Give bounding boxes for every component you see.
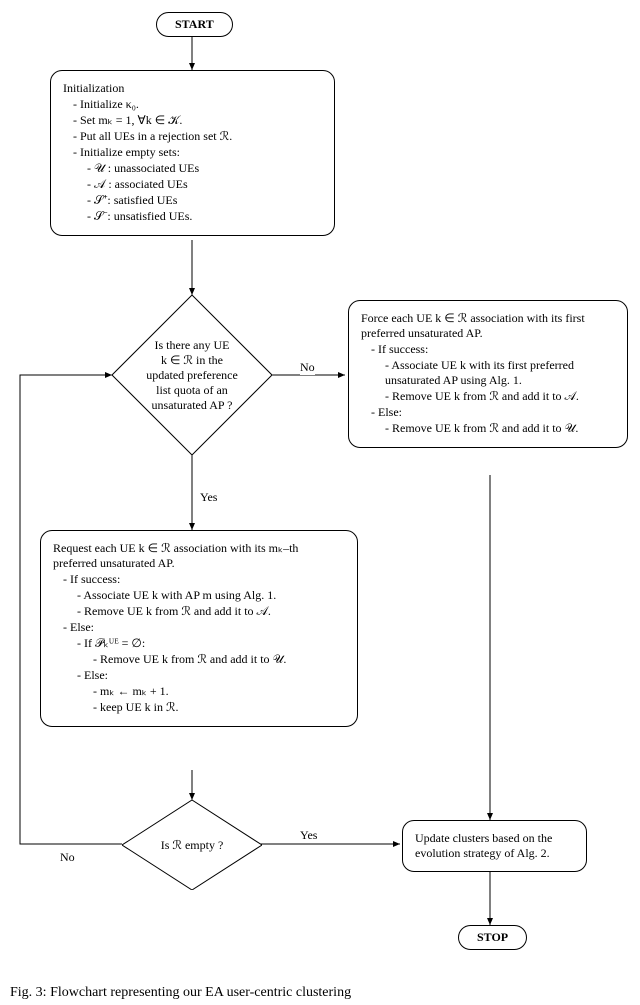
force-list: If success:: [361, 342, 615, 357]
request-pelse-hdr: Else:: [53, 668, 345, 683]
start-terminal: START: [156, 12, 233, 37]
init-s2: 𝒜 : associated UEs: [87, 177, 322, 192]
request-pempty-list: Remove UE k from ℛ and add it to 𝒰.: [53, 652, 345, 667]
init-l3: Put all UEs in a rejection set ℛ.: [73, 129, 322, 144]
force-box: Force each UE k ∈ ℛ association with its…: [348, 300, 628, 448]
init-sets: 𝒰 : unassociated UEs 𝒜 : associated UEs …: [63, 161, 322, 224]
dec1-yes-label: Yes: [200, 490, 217, 505]
dec2-text: Is ℛ empty ?: [122, 800, 262, 890]
request-ifs1: Associate UE k with AP m using Alg. 1.: [77, 588, 345, 603]
force-ifs1: Associate UE k with its first preferred …: [385, 358, 615, 388]
dec1-l4: list quota of an: [146, 383, 238, 398]
force-ifs: If success:: [371, 342, 615, 357]
dec1-l3: updated preference: [146, 368, 238, 383]
force-title: Force each UE k ∈ ℛ association with its…: [361, 311, 615, 341]
dec2-no-label: No: [60, 850, 75, 865]
force-ifs2: Remove UE k from ℛ and add it to 𝒜.: [385, 389, 615, 404]
force-els1: Remove UE k from ℛ and add it to 𝒰.: [385, 421, 615, 436]
request-else-hdr: Else:: [53, 620, 345, 635]
dec1-l1: Is there any UE: [146, 338, 238, 353]
init-l1: Initialize κ₀.: [73, 97, 322, 112]
init-title: Initialization: [63, 81, 322, 96]
request-pempty-hdr: If 𝒫ₖᵁᴱ = ∅:: [53, 636, 345, 651]
init-list: Initialize κ₀. Set mₖ = 1, ∀k ∈ 𝒦. Put a…: [63, 97, 322, 160]
request-pelse-list: mₖ ← mₖ + 1. keep UE k in ℛ.: [53, 684, 345, 715]
init-s4: 𝒮⁻: unsatisfied UEs.: [87, 209, 322, 224]
request-pelse: Else:: [77, 668, 345, 683]
force-else-hdr: Else:: [361, 405, 615, 420]
dec2-yes-label: Yes: [300, 828, 317, 843]
start-label: START: [175, 17, 214, 31]
init-l4: Initialize empty sets:: [73, 145, 322, 160]
request-pempty1: Remove UE k from ℛ and add it to 𝒰.: [93, 652, 345, 667]
decision-r-empty: Is ℛ empty ?: [122, 800, 262, 890]
init-l2: Set mₖ = 1, ∀k ∈ 𝒦.: [73, 113, 322, 128]
update-text: Update clusters based on the evolution s…: [415, 831, 574, 861]
init-s1: 𝒰 : unassociated UEs: [87, 161, 322, 176]
request-ifs2: Remove UE k from ℛ and add it to 𝒜.: [77, 604, 345, 619]
init-box: Initialization Initialize κ₀. Set mₖ = 1…: [50, 70, 335, 236]
request-ifs-list: Associate UE k with AP m using Alg. 1. R…: [53, 588, 345, 619]
request-ifs-hdr: If success:: [53, 572, 345, 587]
decision-ue-in-preference: Is there any UE k ∈ ℛ in the updated pre…: [112, 295, 272, 455]
force-else-list: Remove UE k from ℛ and add it to 𝒰.: [361, 421, 615, 436]
request-pelse1: mₖ ← mₖ + 1.: [93, 684, 345, 699]
force-ifs-list: Associate UE k with its first preferred …: [361, 358, 615, 404]
init-s3: 𝒮⁺: satisfied UEs: [87, 193, 322, 208]
stop-label: STOP: [477, 930, 508, 944]
force-els: Else:: [371, 405, 615, 420]
request-pelse2: keep UE k in ℛ.: [93, 700, 345, 715]
stop-terminal: STOP: [458, 925, 527, 950]
request-box: Request each UE k ∈ ℛ association with i…: [40, 530, 358, 727]
dec1-no-label: No: [300, 360, 315, 375]
dec1-l5: unsaturated AP ?: [146, 398, 238, 413]
request-pempty: If 𝒫ₖᵁᴱ = ∅:: [77, 636, 345, 651]
dec1-l2: k ∈ ℛ in the: [146, 353, 238, 368]
request-ifs: If success:: [63, 572, 345, 587]
update-box: Update clusters based on the evolution s…: [402, 820, 587, 872]
dec1-text: Is there any UE k ∈ ℛ in the updated pre…: [112, 295, 272, 455]
request-els: Else:: [63, 620, 345, 635]
figure-caption: Fig. 3: Flowchart representing our EA us…: [10, 985, 351, 1001]
request-title: Request each UE k ∈ ℛ association with i…: [53, 541, 345, 571]
